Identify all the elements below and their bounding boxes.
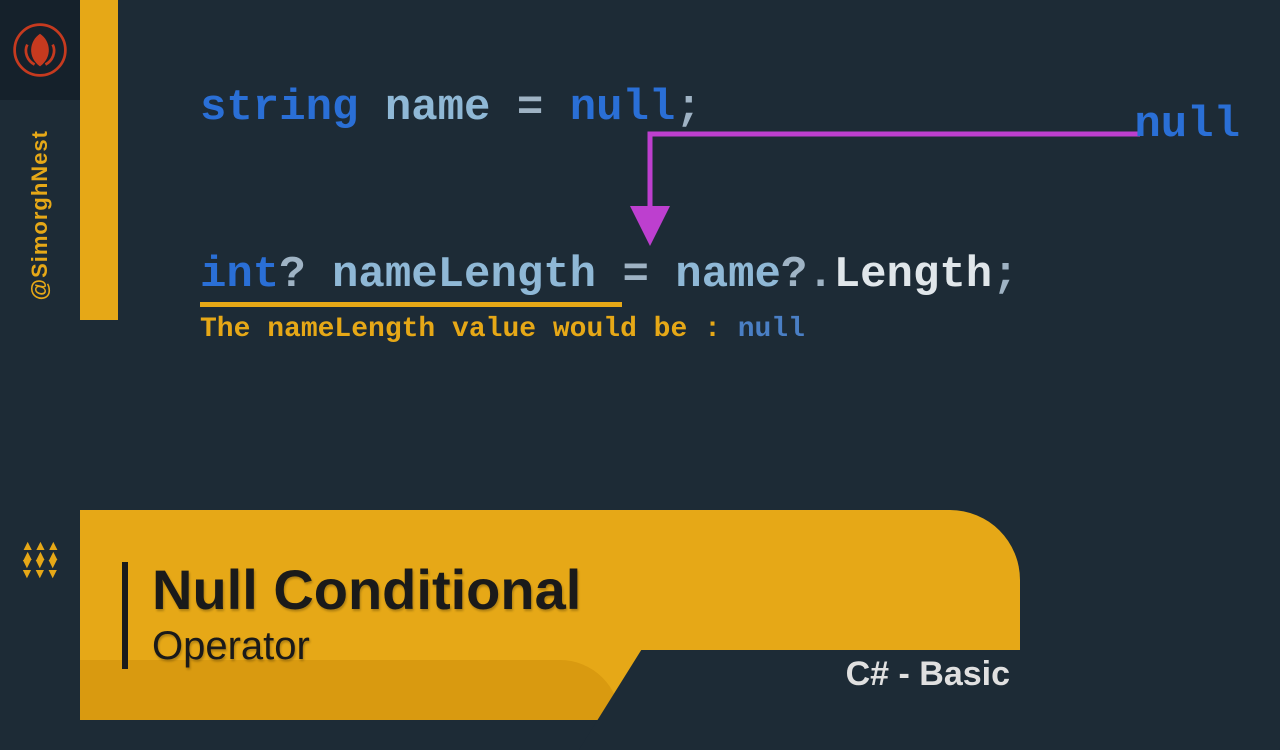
code-line-2: int? nameLength = name?.Length; (200, 247, 1260, 304)
token-semicolon-2: ; (992, 250, 1018, 300)
token-identifier-namelength: nameLength (332, 250, 596, 300)
accent-strip (80, 0, 118, 320)
banner-gold-inner (80, 660, 620, 720)
null-annotation: null (580, 116, 1200, 246)
title-block: Null Conditional Operator (122, 562, 581, 669)
explanation-text: The nameLength value would be : null (200, 314, 1260, 345)
token-equals-2: = (622, 250, 648, 300)
slide-subtitle: Operator (152, 624, 581, 669)
logo-box (0, 0, 80, 100)
category-label: C# - Basic (846, 655, 1010, 694)
arrow-icon (580, 116, 1220, 246)
token-keyword-string: string (200, 83, 358, 133)
token-nullable-mark: ? (279, 250, 305, 300)
sidebar: @SimorghNest (0, 0, 80, 720)
explanation-value: null (738, 314, 805, 345)
token-equals: = (517, 83, 543, 133)
slide-title: Null Conditional (152, 562, 581, 618)
token-null-conditional-operator: ?. (781, 250, 834, 300)
token-rhs-ident: name (675, 250, 781, 300)
annotation-null-label: null (1134, 100, 1240, 150)
channel-handle: @SimorghNest (27, 130, 53, 300)
token-keyword-int: int (200, 250, 279, 300)
explanation-prefix: The nameLength value would be : (200, 314, 738, 345)
arrows-decoration: ▲▲▲ ▲▲▲ ▲▲▲ ▲▲▲ (0, 540, 80, 580)
token-identifier-name: name (385, 83, 491, 133)
phoenix-icon (11, 21, 69, 79)
bottom-banner: Null Conditional Operator C# - Basic (80, 510, 1280, 720)
code-area: string name = null; null int? nameLength… (200, 80, 1260, 345)
token-member-length: Length (834, 250, 992, 300)
